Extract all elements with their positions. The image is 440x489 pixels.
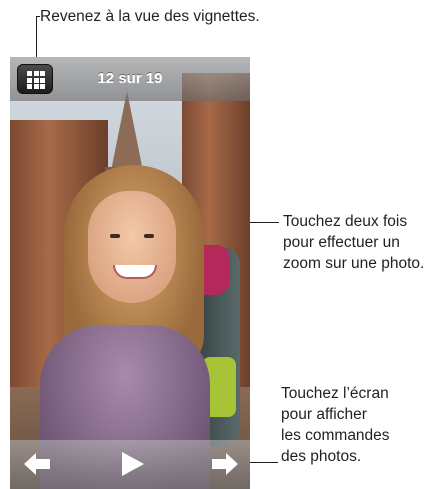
leader-line-thumbnails-tick — [36, 16, 40, 17]
callout-controls-line-1: Touchez l’écran — [281, 385, 389, 402]
callout-controls: Touchez l’écran pour afficher les comman… — [281, 383, 390, 467]
photo-face — [88, 191, 176, 303]
play-icon — [122, 452, 144, 476]
callout-zoom: Touchez deux fois pour effectuer un zoom… — [283, 211, 424, 274]
top-toolbar: 12 sur 19 — [10, 57, 250, 101]
playback-controls-bar — [10, 440, 250, 489]
callout-controls-line-3: les commandes — [281, 427, 390, 444]
callout-controls-line-2: pour afficher — [281, 406, 367, 423]
leader-line-thumbnails — [36, 16, 37, 61]
callout-zoom-line-1: Touchez deux fois — [283, 213, 408, 230]
photo-counter: 12 sur 19 — [97, 70, 163, 87]
photo-eye-right — [144, 234, 154, 238]
photo-viewer-screen[interactable]: 12 sur 19 — [10, 57, 250, 489]
callout-zoom-line-3: zoom sur une photo. — [283, 255, 425, 272]
next-photo-button[interactable] — [210, 451, 240, 477]
grid-icon — [27, 71, 45, 89]
callout-thumbnails: Revenez à la vue des vignettes. — [40, 8, 260, 25]
arrow-left-icon — [24, 453, 50, 475]
thumbnails-button[interactable] — [17, 64, 53, 94]
photo-eye-left — [110, 234, 120, 238]
callout-zoom-line-2: pour effectuer un — [283, 234, 400, 251]
play-slideshow-button[interactable] — [117, 451, 147, 477]
arrow-right-icon — [212, 453, 238, 475]
callout-controls-line-4: des photos. — [281, 448, 362, 465]
previous-photo-button[interactable] — [22, 451, 52, 477]
